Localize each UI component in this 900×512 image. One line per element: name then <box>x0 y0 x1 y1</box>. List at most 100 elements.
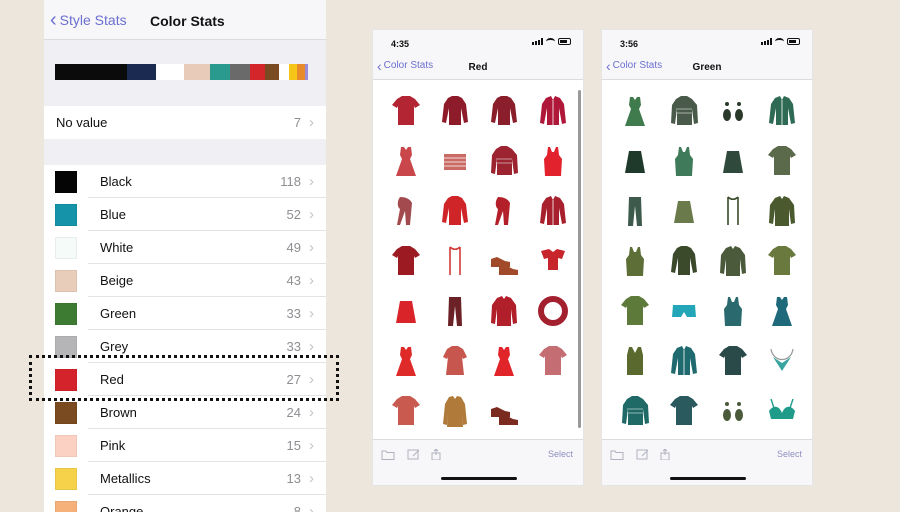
item-thumbnail[interactable] <box>430 142 479 180</box>
item-thumbnail[interactable] <box>757 192 806 230</box>
item-thumbnail[interactable] <box>610 192 659 230</box>
item-thumbnail[interactable] <box>381 142 430 180</box>
item-thumbnail[interactable] <box>381 292 430 330</box>
item-thumbnail[interactable] <box>659 92 708 130</box>
item-thumbnail[interactable] <box>381 242 430 280</box>
item-thumbnail[interactable] <box>659 292 708 330</box>
item-thumbnail[interactable] <box>528 292 577 330</box>
item-thumbnail[interactable] <box>708 292 757 330</box>
color-count: 27 <box>286 372 301 387</box>
red-items-screen: 4:35 ‹ Color Stats Red Select <box>372 29 584 486</box>
item-thumbnail[interactable] <box>659 242 708 280</box>
item-thumbnail[interactable] <box>708 342 757 380</box>
item-thumbnail[interactable] <box>659 392 708 430</box>
back-button[interactable]: ‹ Style Stats <box>50 10 127 30</box>
color-row-brown[interactable]: Brown 24 › <box>44 396 326 429</box>
item-thumbnail[interactable] <box>479 92 528 130</box>
color-row-red[interactable]: Red 27 › <box>44 363 326 396</box>
item-thumbnail[interactable] <box>708 92 757 130</box>
share-icon[interactable] <box>429 449 443 460</box>
item-thumbnail[interactable] <box>479 192 528 230</box>
item-thumbnail[interactable] <box>430 342 479 380</box>
item-thumbnail[interactable] <box>479 142 528 180</box>
item-thumbnail[interactable] <box>708 142 757 180</box>
status-icons <box>532 38 571 45</box>
chevron-right-icon: › <box>309 503 314 512</box>
folder-icon[interactable] <box>381 449 395 460</box>
item-thumbnail[interactable] <box>430 392 479 430</box>
share-icon[interactable] <box>658 449 672 460</box>
item-thumbnail[interactable] <box>528 342 577 380</box>
shorts-icon <box>671 305 696 317</box>
color-count: 43 <box>286 273 301 288</box>
item-thumbnail[interactable] <box>610 342 659 380</box>
item-thumbnail[interactable] <box>708 392 757 430</box>
edit-icon[interactable] <box>407 449 421 460</box>
color-swatch <box>55 236 77 259</box>
color-row-grey[interactable]: Grey 33 › <box>44 330 326 363</box>
item-thumbnail[interactable] <box>610 292 659 330</box>
item-thumbnail[interactable] <box>430 242 479 280</box>
swatch-segment <box>305 64 308 80</box>
item-thumbnail[interactable] <box>610 142 659 180</box>
item-thumbnail[interactable] <box>610 242 659 280</box>
item-thumbnail[interactable] <box>528 242 577 280</box>
chevron-right-icon: › <box>309 114 314 131</box>
item-thumbnail[interactable] <box>381 192 430 230</box>
color-label: Orange <box>100 504 144 512</box>
select-button[interactable]: Select <box>777 449 802 459</box>
item-thumbnail[interactable] <box>659 192 708 230</box>
scrollbar[interactable] <box>578 90 581 428</box>
status-time: 4:35 <box>391 39 410 49</box>
color-row-blue[interactable]: Blue 52 › <box>44 198 326 231</box>
bottom-toolbar: Select <box>373 439 583 485</box>
nav-bar: ‹ Color Stats Red <box>373 54 583 80</box>
item-thumbnail[interactable] <box>757 392 806 430</box>
item-thumbnail[interactable] <box>381 342 430 380</box>
item-thumbnail[interactable] <box>757 142 806 180</box>
item-thumbnail[interactable] <box>381 92 430 130</box>
item-thumbnail[interactable] <box>430 92 479 130</box>
no-value-count: 7 <box>293 115 301 130</box>
item-thumbnail[interactable] <box>430 192 479 230</box>
select-button[interactable]: Select <box>548 449 573 459</box>
item-thumbnail[interactable] <box>479 392 528 430</box>
item-thumbnail[interactable] <box>528 92 577 130</box>
item-thumbnail[interactable] <box>659 142 708 180</box>
chevron-right-icon: › <box>309 272 314 289</box>
item-thumbnail[interactable] <box>528 192 577 230</box>
item-thumbnail[interactable] <box>708 192 757 230</box>
item-thumbnail[interactable] <box>381 392 430 430</box>
color-label: Metallics <box>100 471 151 486</box>
color-row-beige[interactable]: Beige 43 › <box>44 264 326 297</box>
item-thumbnail[interactable] <box>757 242 806 280</box>
item-thumbnail[interactable] <box>659 342 708 380</box>
color-row-orange[interactable]: Orange 8 › <box>44 495 326 512</box>
color-row-green[interactable]: Green 33 › <box>44 297 326 330</box>
color-row-metallics[interactable]: Metallics 13 › <box>44 462 326 495</box>
item-thumbnail[interactable] <box>610 92 659 130</box>
item-thumbnail[interactable] <box>430 292 479 330</box>
item-thumbnail[interactable] <box>757 92 806 130</box>
item-thumbnail[interactable] <box>479 242 528 280</box>
item-thumbnail[interactable] <box>479 342 528 380</box>
item-thumbnail[interactable] <box>757 292 806 330</box>
dress-icon <box>395 347 416 376</box>
folder-icon[interactable] <box>610 449 624 460</box>
no-value-row[interactable]: No value 7 › <box>44 106 326 139</box>
color-row-black[interactable]: Black 118 › <box>44 165 326 198</box>
color-row-pink[interactable]: Pink 15 › <box>44 429 326 462</box>
item-thumbnail[interactable] <box>757 342 806 380</box>
chevron-right-icon: › <box>309 239 314 256</box>
item-thumbnail[interactable] <box>479 292 528 330</box>
item-thumbnail[interactable] <box>528 142 577 180</box>
cardigan-icon <box>539 196 566 225</box>
color-row-white[interactable]: White 49 › <box>44 231 326 264</box>
long-icon <box>490 96 517 125</box>
item-thumbnail[interactable] <box>610 392 659 430</box>
swatch-segment <box>127 64 156 80</box>
home-indicator <box>441 477 517 480</box>
swatch-segment <box>289 64 297 80</box>
edit-icon[interactable] <box>636 449 650 460</box>
item-thumbnail[interactable] <box>708 242 757 280</box>
